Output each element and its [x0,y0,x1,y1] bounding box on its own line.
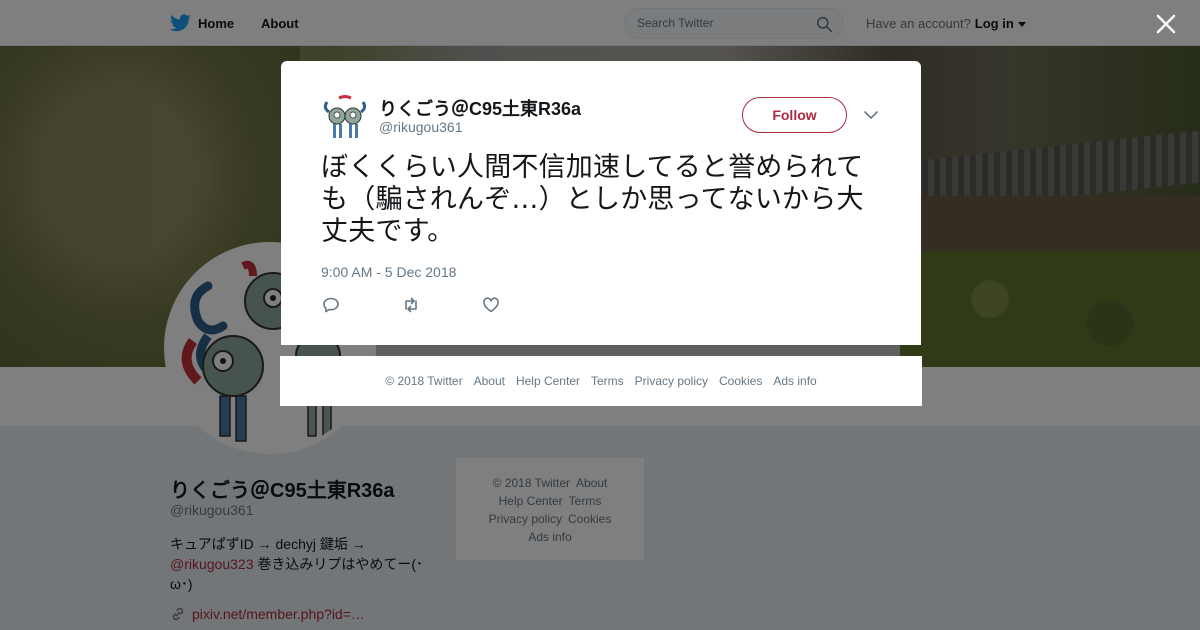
overlay-about-link[interactable]: About [474,374,505,388]
reply-icon[interactable] [321,295,343,317]
retweet-icon[interactable] [401,295,423,317]
tweet-timestamp[interactable]: 9:00 AM - 5 Dec 2018 [321,264,456,280]
overlay-terms-link[interactable]: Terms [591,374,624,388]
overlay-copyright: © 2018 Twitter [385,374,463,388]
tweet-author-avatar[interactable] [321,94,369,142]
tweet-card: りくごう＠C95土東R36a @rikugou361 Follow ぼくくらい人… [281,61,921,345]
close-icon[interactable] [1152,10,1180,38]
follow-button[interactable]: Follow [742,97,847,133]
overlay-ads-link[interactable]: Ads info [773,374,816,388]
like-icon[interactable] [481,295,503,317]
overlay-help-link[interactable]: Help Center [516,374,580,388]
tweet-author-name[interactable]: りくごう＠C95土東R36a [379,95,581,121]
chevron-down-icon[interactable] [863,109,879,121]
tweet-text: ぼくくらい人間不信加速してると誉められても（騙されんぞ…）としか思ってないから大… [321,152,864,247]
overlay-cookies-link[interactable]: Cookies [719,374,762,388]
overlay-privacy-link[interactable]: Privacy policy [635,374,708,388]
overlay-footer: © 2018 Twitter About Help Center Terms P… [280,356,922,406]
tweet-author-handle[interactable]: @rikugou361 [379,119,463,135]
